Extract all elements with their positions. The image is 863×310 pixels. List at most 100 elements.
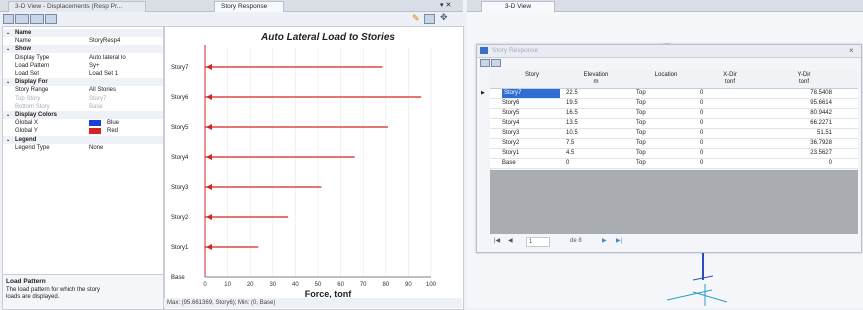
table-cell[interactable]: 13.5 xyxy=(566,119,622,128)
pg-category[interactable]: ⌄ Name xyxy=(3,29,163,37)
table-cell[interactable]: Story6 xyxy=(502,99,558,108)
table-cell[interactable]: Top xyxy=(636,139,692,148)
column-header[interactable]: X-Dir tonf xyxy=(700,72,760,85)
pg-category[interactable]: ⌄ Show xyxy=(3,45,163,54)
pan-icon[interactable]: ✥ xyxy=(440,12,448,23)
pg-property-row[interactable]: Global X Blue xyxy=(3,119,163,127)
close-icon[interactable]: × xyxy=(849,46,854,55)
print-icon[interactable] xyxy=(45,14,57,24)
table-cell[interactable]: 0 xyxy=(566,159,622,168)
table-cell[interactable]: Base xyxy=(502,159,558,168)
pg-property-value[interactable]: Base xyxy=(89,103,103,111)
last-page-button[interactable]: ▶| xyxy=(616,235,622,247)
table-row[interactable]: Story6 19.5 Top 0 95.6614 xyxy=(490,99,858,109)
column-header[interactable]: Elevation m xyxy=(566,72,626,85)
pg-property-value[interactable]: Load Set 1 xyxy=(89,70,118,78)
collapse-icon[interactable]: ⌄ xyxy=(6,136,10,144)
table-cell[interactable]: 51.51 xyxy=(766,129,832,138)
pg-property-row[interactable]: Story Range All Stories xyxy=(3,86,163,94)
table-cell[interactable]: Story5 xyxy=(502,109,558,118)
table-cell[interactable]: 66.2271 xyxy=(766,119,832,128)
pg-property-row[interactable]: Top Story Story7 xyxy=(3,95,163,103)
table-row[interactable]: Story1 4.5 Top 0 23.5627 xyxy=(490,149,858,159)
pg-property-row[interactable]: Global Y Red xyxy=(3,127,163,135)
page-number-input[interactable]: 1 xyxy=(526,237,550,247)
table-cell[interactable]: 78.5408 xyxy=(766,89,832,98)
pg-property-row[interactable]: Load Set Load Set 1 xyxy=(3,70,163,78)
table-row[interactable]: Story5 16.5 Top 0 80.9442 xyxy=(490,109,858,119)
table-row[interactable]: ▶ Story7 22.5 Top 0 78.5408 xyxy=(481,89,858,99)
pg-property-value[interactable]: All Stories xyxy=(89,86,116,94)
next-page-button[interactable]: ▶ xyxy=(602,235,607,247)
table-cell[interactable]: 0 xyxy=(700,139,756,148)
table-cell[interactable]: 0 xyxy=(700,89,756,98)
column-header[interactable]: Story xyxy=(502,72,562,79)
pg-property-value[interactable]: Blue xyxy=(107,119,119,127)
table-cell[interactable]: Top xyxy=(636,129,692,138)
table-cell[interactable]: 80.9442 xyxy=(766,109,832,118)
table-row[interactable]: Story2 7.5 Top 0 36.7928 xyxy=(490,139,858,149)
table-cell[interactable]: 0 xyxy=(700,129,756,138)
tab-3d-view-right[interactable]: 3-D View xyxy=(481,1,555,12)
table-cell[interactable]: 22.5 xyxy=(566,89,622,98)
table-cell[interactable]: 7.5 xyxy=(566,139,622,148)
collapse-icon[interactable]: ⌄ xyxy=(6,45,10,53)
table-cell[interactable]: 36.7928 xyxy=(766,139,832,148)
copy-icon[interactable] xyxy=(491,59,501,67)
table-row[interactable]: Base 0 Top 0 0 xyxy=(490,159,858,169)
pencil-icon[interactable]: ✎ xyxy=(412,13,420,24)
table-cell[interactable]: Story7 xyxy=(502,89,560,98)
table-icon[interactable] xyxy=(3,14,14,24)
tab-3d-view-displacements[interactable]: 3-D View - Displacements (Resp Pr... xyxy=(8,1,146,12)
table-row[interactable]: Story4 13.5 Top 0 66.2271 xyxy=(490,119,858,129)
first-page-button[interactable]: |◀ xyxy=(494,235,500,247)
pg-property-row[interactable]: Legend Type None xyxy=(3,144,163,152)
table-cell[interactable]: 19.5 xyxy=(566,99,622,108)
pg-property-value[interactable]: StoryResp4 xyxy=(89,37,120,45)
table-cell[interactable]: Story3 xyxy=(502,129,558,138)
table-cell[interactable]: 4.5 xyxy=(566,149,622,158)
table-cell[interactable]: 0 xyxy=(700,149,756,158)
pg-category[interactable]: ⌄ Legend xyxy=(3,135,163,144)
color-swatch[interactable] xyxy=(89,128,101,135)
table-cell[interactable]: Top xyxy=(636,159,692,168)
pg-property-row[interactable]: Bottom Story Base xyxy=(3,103,163,111)
prev-page-button[interactable]: ◀ xyxy=(508,235,513,247)
pg-category[interactable]: ⌄ Display Colors xyxy=(3,111,163,119)
column-header[interactable]: Y-Dir tonf xyxy=(766,72,842,85)
table-cell[interactable]: Top xyxy=(636,99,692,108)
pg-property-value[interactable]: Auto lateral lo xyxy=(89,54,126,62)
collapse-icon[interactable]: ⌄ xyxy=(6,78,10,86)
save-icon[interactable] xyxy=(480,59,490,67)
collapse-icon[interactable]: ⌄ xyxy=(6,29,10,37)
chart-type-icon[interactable] xyxy=(15,14,29,24)
pg-property-value[interactable]: Sy+ xyxy=(89,62,100,70)
table-cell[interactable]: Story1 xyxy=(502,149,558,158)
color-swatch[interactable] xyxy=(89,120,101,127)
table-cell[interactable]: Story4 xyxy=(502,119,558,128)
pg-category[interactable]: ⌄ Display For xyxy=(3,78,163,87)
table-row[interactable]: Story3 10.5 Top 0 51.51 xyxy=(490,129,858,139)
table-cell[interactable]: 0 xyxy=(700,109,756,118)
export-icon[interactable] xyxy=(30,14,44,24)
pg-property-value[interactable]: None xyxy=(89,144,103,152)
collapse-icon[interactable]: ⌄ xyxy=(6,111,10,119)
tab-story-response[interactable]: Story Response xyxy=(214,1,284,12)
table-cell[interactable]: 10.5 xyxy=(566,129,622,138)
table-cell[interactable]: 0 xyxy=(766,159,832,168)
column-header[interactable]: Location xyxy=(636,72,696,79)
table-cell[interactable]: Top xyxy=(636,149,692,158)
zoom-icon[interactable] xyxy=(424,14,435,24)
pg-property-row[interactable]: Display Type Auto lateral lo xyxy=(3,54,163,62)
table-cell[interactable]: 95.6614 xyxy=(766,99,832,108)
pg-property-row[interactable]: Name StoryResp4 xyxy=(3,37,163,45)
table-cell[interactable]: 23.5627 xyxy=(766,149,832,158)
table-cell[interactable]: 0 xyxy=(700,159,756,168)
table-cell[interactable]: 16.5 xyxy=(566,109,622,118)
table-cell[interactable]: 0 xyxy=(700,99,756,108)
table-cell[interactable]: Top xyxy=(636,109,692,118)
table-cell[interactable]: Story2 xyxy=(502,139,558,148)
pg-property-row[interactable]: Load Pattern Sy+ xyxy=(3,62,163,70)
table-cell[interactable]: Top xyxy=(636,89,692,98)
pg-property-value[interactable]: Story7 xyxy=(89,95,106,103)
